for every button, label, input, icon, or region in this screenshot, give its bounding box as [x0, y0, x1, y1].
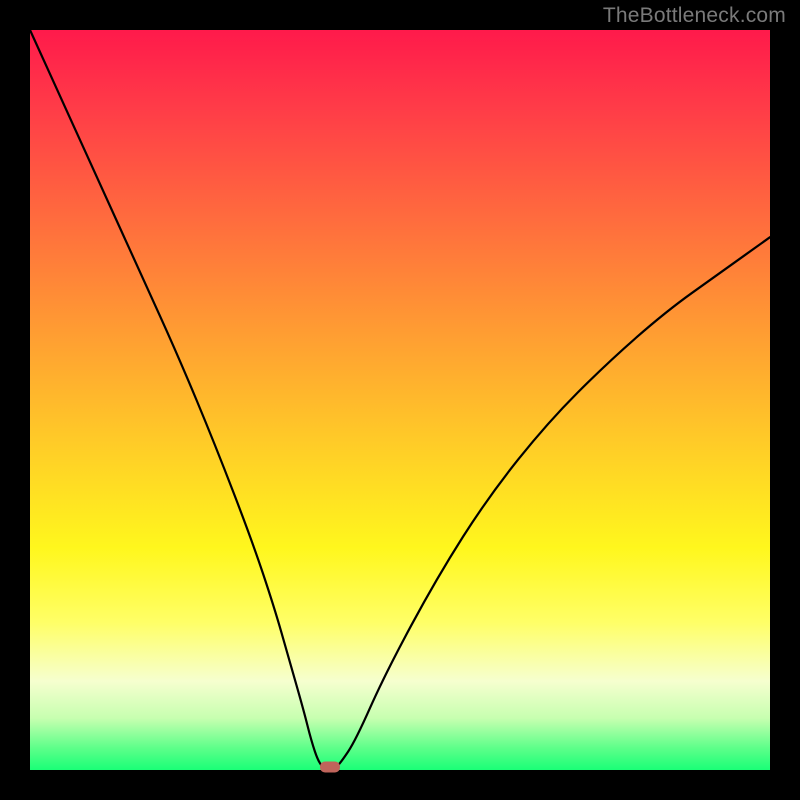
bottleneck-curve	[30, 30, 770, 770]
chart-frame: TheBottleneck.com	[0, 0, 800, 800]
curve-path	[30, 30, 770, 770]
plot-area	[30, 30, 770, 770]
watermark-text: TheBottleneck.com	[603, 4, 786, 28]
min-marker	[320, 762, 340, 773]
